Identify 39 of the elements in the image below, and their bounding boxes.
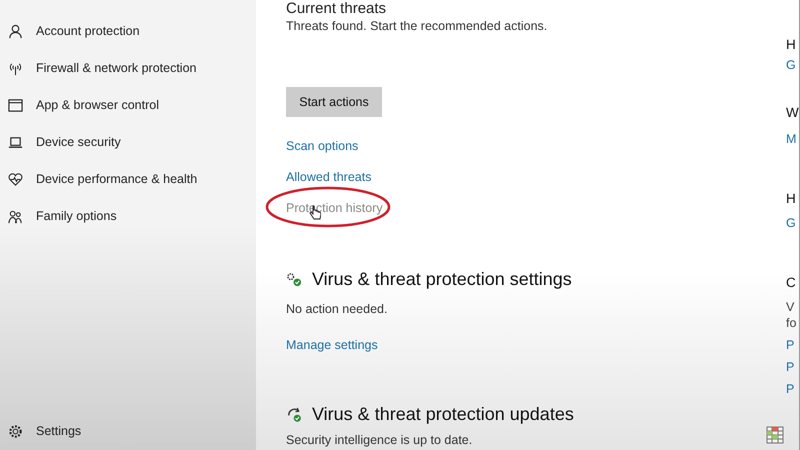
status-message: Security intelligence is up to date. [286, 433, 472, 447]
heading-text: H [786, 38, 796, 52]
sidebar-item[interactable]: Account protection [0, 22, 256, 40]
sidebar-item[interactable]: Device performance & health [0, 170, 256, 188]
person-icon [8, 24, 23, 38]
antenna-icon [8, 60, 23, 76]
section-title: Current threats [286, 1, 386, 17]
grid-icon [766, 426, 784, 444]
refresh-check-icon [286, 407, 303, 422]
status-message: Threats found. Start the recommended actions. [286, 19, 548, 33]
heading-text: H [786, 192, 796, 206]
link[interactable]: P [786, 338, 794, 352]
heading-text: C [786, 276, 796, 290]
manage-settings-link[interactable]: Manage settings [286, 338, 786, 352]
start-actions-button[interactable]: Start actions [286, 87, 382, 117]
window-icon [8, 98, 23, 112]
link[interactable]: P [786, 360, 794, 374]
laptop-icon [8, 134, 23, 150]
sidebar-item[interactable]: Device security [0, 133, 256, 151]
body-text: V [786, 300, 794, 314]
link[interactable]: Scan options [286, 139, 358, 153]
link[interactable]: G [786, 58, 796, 72]
section-title: Virus & threat protection settings [312, 269, 572, 290]
sidebar-item[interactable]: Family options [0, 207, 256, 225]
heart-icon [8, 172, 23, 186]
sidebar-item[interactable]: App & browser control [0, 96, 256, 114]
settings-item[interactable]: Settings [0, 422, 256, 440]
gear-check-icon [286, 272, 303, 287]
heading-text: W [786, 106, 799, 120]
link[interactable]: M [786, 132, 796, 146]
link[interactable]: Allowed threats [286, 170, 372, 184]
body-text: fo [786, 316, 796, 330]
section-title: Virus & threat protection updates [312, 404, 574, 425]
link[interactable]: P [786, 382, 794, 396]
status-message: No action needed. [286, 302, 388, 316]
family-icon [8, 208, 23, 224]
settings-icon [8, 424, 23, 438]
sidebar-item[interactable]: Firewall & network protection [0, 59, 256, 77]
link[interactable]: G [786, 216, 796, 230]
